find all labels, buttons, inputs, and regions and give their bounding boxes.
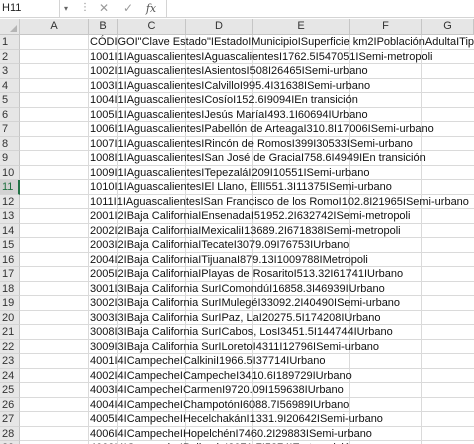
cell-b17[interactable]: 2005I2IBaja CaliforniaIPlayas de Rosarit… [89,267,403,282]
cell-b23[interactable]: 4001I4ICampecheICalkiniI1966.5I37714IUrb… [89,354,325,369]
cell-b25[interactable]: 4003I4ICampecheICarmenI9720.09I159638IUr… [89,383,344,398]
cell-b1[interactable]: CÓDIGOI"Clave Estado"IEstadoIMunicipioIS… [89,35,474,50]
row-header-19[interactable]: 19 [0,296,20,311]
row-header-15[interactable]: 15 [0,238,20,253]
row-header-5[interactable]: 5 [0,93,20,108]
column-header-d[interactable]: D [186,19,253,35]
row-header-16[interactable]: 16 [0,252,20,267]
cell-b2[interactable]: 1001I1IAguascalientesIAguascalientesI176… [89,50,432,65]
row-header-9[interactable]: 9 [0,151,20,166]
cell-b15[interactable]: 2003I2IBaja CaliforniaITecateI3079.09I76… [89,238,349,253]
spreadsheet-grid[interactable]: ABCDEFG 1 CÓDIGOI"Clave Estado"IEstadoIMu… [0,19,474,444]
column-header-e[interactable]: E [253,19,350,35]
row-header-23[interactable]: 23 [0,354,20,369]
cell-b13[interactable]: 2001I2IBaja CaliforniaIEnsenadaI51952.2I… [89,209,410,224]
cell-b3[interactable]: 1002I1IAguascalientesIAsientosI508I26465… [89,64,368,79]
row-header-25[interactable]: 25 [0,383,20,398]
formula-bar: H11 ▾ ⋮ ✕ ✓ fx [0,0,474,18]
column-header-a[interactable]: A [20,19,89,35]
cell-b10[interactable]: 1009I1IAguascalientesITepezaláI209I10551… [89,166,369,181]
cell-b14[interactable]: 2002I2IBaja CaliforniaIMexicaliI13689.2I… [89,224,401,239]
cell-b5[interactable]: 1004I1IAguascalientesICosíoI152.6I9094IE… [89,93,358,108]
row-header-11[interactable]: 11 [0,180,20,195]
cell-b16[interactable]: 2004I2IBaja CaliforniaITijuanaI879.13I10… [89,253,368,268]
row-header-13[interactable]: 13 [0,209,20,224]
row-header-17[interactable]: 17 [0,267,20,282]
row-header-3[interactable]: 3 [0,64,20,79]
name-box[interactable]: H11 [0,0,60,17]
cell-b28[interactable]: 4006I4ICampecheIHopelchénI7460.2I29883IS… [89,427,372,442]
more-dots-icon: ⋮ [80,2,90,13]
row-header-12[interactable]: 12 [0,194,20,209]
formula-input[interactable] [166,0,474,17]
row-header-24[interactable]: 24 [0,368,20,383]
enter-icon[interactable]: ✓ [120,0,136,17]
chevron-down-icon[interactable]: ▾ [64,0,74,17]
row-header-26[interactable]: 26 [0,397,20,412]
cell-b12[interactable]: 1011I1IAguascalientesISan Francisco de l… [89,195,469,210]
row-header-4[interactable]: 4 [0,78,20,93]
cell-b20[interactable]: 3003I3IBaja California SurIPaz, LaI20275… [89,311,381,326]
row-header-6[interactable]: 6 [0,107,20,122]
cell-b27[interactable]: 4005I4ICampecheIHecelchakánI1331.9I20642… [89,412,383,427]
cell-b22[interactable]: 3009I3IBaja California SurILoretoI4311I1… [89,340,379,355]
column-header-f[interactable]: F [350,19,422,35]
select-all-corner[interactable] [0,19,20,35]
cancel-icon[interactable]: ✕ [96,0,112,17]
cell-b7[interactable]: 1006I1IAguascalientesIPabellón de Arteag… [89,122,434,137]
row-header-14[interactable]: 14 [0,223,20,238]
cell-b19[interactable]: 3002I3IBaja California SurIMulegéI33092.… [89,296,400,311]
row-header-20[interactable]: 20 [0,310,20,325]
cell-b6[interactable]: 1005I1IAguascalientesIJesús MaríaI493.1I… [89,108,368,123]
cell-b26[interactable]: 4004I4ICampecheIChampotónI6088.7I56989IU… [89,398,349,413]
row-header-7[interactable]: 7 [0,122,20,137]
row-header-18[interactable]: 18 [0,281,20,296]
column-header-g[interactable]: G [422,19,474,35]
cell-b24[interactable]: 4002I4ICampecheICampecheI3410.6I189729IU… [89,369,352,384]
column-header-c[interactable]: C [118,19,186,35]
cell-b9[interactable]: 1008I1IAguascalientesISan José de Gracia… [89,151,426,166]
row-header-22[interactable]: 22 [0,339,20,354]
cell-b21[interactable]: 3008I3IBaja California SurICabos, LosI34… [89,325,393,340]
cell-b4[interactable]: 1003I1IAguascalientesICalvilloI995.4I316… [89,79,370,94]
row-header-2[interactable]: 2 [0,49,20,64]
column-header-b[interactable]: B [89,19,118,35]
row-header-10[interactable]: 10 [0,165,20,180]
row-header-21[interactable]: 21 [0,325,20,340]
cell-b18[interactable]: 3001I3IBaja California SurIComondúI16858… [89,282,385,297]
row-header-28[interactable]: 28 [0,426,20,441]
cell-b11[interactable]: 1010I1IAguascalientesIEl Llano, EllI551.… [89,180,392,195]
cell-b8[interactable]: 1007I1IAguascalientesIRincón de RomosI39… [89,137,413,152]
row-header-1[interactable]: 1 [0,35,20,50]
row-header-8[interactable]: 8 [0,136,20,151]
insert-function-icon[interactable]: fx [143,0,159,17]
row-header-27[interactable]: 27 [0,412,20,427]
